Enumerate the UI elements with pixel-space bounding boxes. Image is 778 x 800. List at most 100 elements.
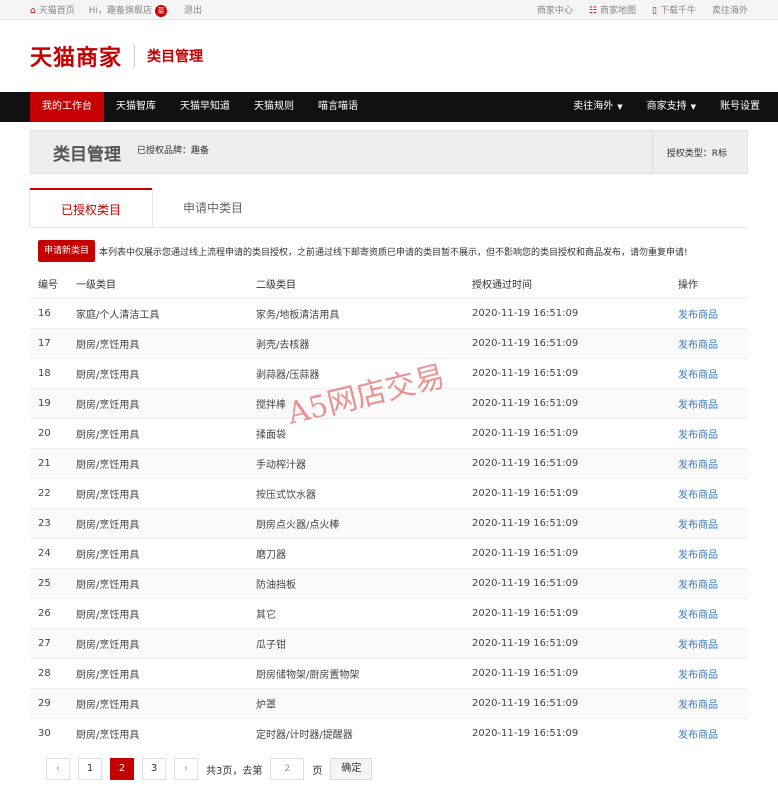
cell-level2: 其它 [248, 597, 464, 628]
nav-item-workbench[interactable]: 我的工作台 [30, 92, 104, 122]
download-label: 下载千牛 [659, 6, 696, 16]
col-level1-header: 一级类目 [76, 280, 116, 292]
page-2-button[interactable]: 2 [110, 758, 134, 780]
cell-level2: 按压式饮水器 [248, 477, 464, 508]
publish-product-link[interactable]: 发布商品 [678, 640, 718, 651]
cell-id: 22 [30, 477, 68, 508]
cell-action: 发布商品 [670, 717, 748, 748]
publish-product-link[interactable]: 发布商品 [678, 340, 718, 351]
confirm-goto-button[interactable]: 确定 [330, 758, 373, 780]
cell-level1: 厨房/烹饪用具 [68, 447, 248, 478]
cell-level2: 剥壳/去核器 [248, 327, 464, 358]
publish-product-link[interactable]: 发布商品 [678, 490, 718, 501]
phone-icon: ▯ [652, 6, 657, 16]
cell-level1: 厨房/烹饪用具 [68, 687, 248, 718]
tmall-merchant-logo[interactable]: 天猫商家 [30, 40, 122, 72]
sitemap-link[interactable]: ☷ 商家地图 [589, 3, 636, 16]
goto-page-input[interactable] [270, 758, 305, 780]
table-row: 16 家庭/个人清洁工具 家务/地板清洁用具 2020-11-19 16:51:09 发… [30, 297, 748, 328]
notice-text: 本列表中仅展示您通过线上流程申请的类目授权，之前通过线下邮寄资质已申请的类目暂不… [99, 247, 688, 258]
cell-time: 2020-11-19 16:51:09 [464, 447, 670, 478]
table-row: 21 厨房/烹饪用具 手动榨汁器 2020-11-19 16:51:09 发布商品 [30, 447, 748, 478]
cell-time: 2020-11-19 16:51:09 [464, 387, 670, 418]
page-1-button[interactable]: 1 [78, 758, 102, 780]
publish-product-link[interactable]: 发布商品 [678, 670, 718, 681]
nav-item-rules[interactable]: 天猫规则 [242, 92, 306, 122]
main-nav: 我的工作台 天猫智库 天猫早知道 天猫规则 喵言喵语 卖往海外 ▼ 商家支持 ▼ 账… [0, 92, 778, 122]
table-row: 17 厨房/烹饪用具 剥壳/去核器 2020-11-19 16:51:09 发布商品 [30, 327, 748, 358]
cell-id: 16 [30, 297, 68, 328]
cell-level2: 剥蒜器/压蒜器 [248, 357, 464, 388]
col-action-header: 操作 [678, 280, 698, 292]
publish-product-link[interactable]: 发布商品 [678, 430, 718, 441]
shop-badge: 菜 [155, 4, 168, 17]
table-row: 18 厨房/烹饪用具 剥蒜器/压蒜器 2020-11-19 16:51:09 发布商品 [30, 357, 748, 388]
table-row: 29 厨房/烹饪用具 炉罩 2020-11-19 16:51:09 发布商品 [30, 687, 748, 718]
top-bar-left: ⌂ 天猫首页 Hi，趣备旗舰店菜 退出 [30, 3, 202, 17]
cell-level1: 厨房/烹饪用具 [68, 717, 248, 748]
page-3-button[interactable]: 3 [142, 758, 166, 780]
next-page-button[interactable]: › [174, 758, 198, 780]
table-row: 22 厨房/烹饪用具 按压式饮水器 2020-11-19 16:51:09 发布商品 [30, 477, 748, 508]
nav-item-merchant-support[interactable]: 商家支持 ▼ [635, 92, 708, 122]
publish-product-link[interactable]: 发布商品 [678, 370, 718, 381]
cell-time: 2020-11-19 16:51:09 [464, 687, 670, 718]
publish-product-link[interactable]: 发布商品 [678, 520, 718, 531]
cell-id: 29 [30, 687, 68, 718]
cell-id: 28 [30, 657, 68, 688]
overseas-link[interactable]: 卖往海外 [712, 3, 748, 16]
cell-level1: 厨房/烹饪用具 [68, 387, 248, 418]
cell-level2: 手动榨汁器 [248, 447, 464, 478]
publish-product-link[interactable]: 发布商品 [678, 610, 718, 621]
sitemap-label: 商家地图 [600, 6, 637, 16]
cell-id: 19 [30, 387, 68, 418]
cell-time: 2020-11-19 16:51:09 [464, 327, 670, 358]
publish-product-link[interactable]: 发布商品 [678, 550, 718, 561]
publish-product-link[interactable]: 发布商品 [678, 310, 718, 321]
prev-page-button[interactable]: ‹ [46, 758, 70, 780]
cell-action: 发布商品 [670, 657, 748, 688]
cell-action: 发布商品 [670, 687, 748, 718]
nav-item-miao-talk[interactable]: 喵言喵语 [306, 92, 370, 122]
nav-item-account-settings[interactable]: 账号设置 [708, 92, 772, 122]
cell-id: 20 [30, 417, 68, 448]
cell-action: 发布商品 [670, 297, 748, 328]
publish-product-link[interactable]: 发布商品 [678, 400, 718, 411]
cell-level1: 厨房/烹饪用具 [68, 627, 248, 658]
cell-id: 30 [30, 717, 68, 748]
nav-item-early-know[interactable]: 天猫早知道 [168, 92, 242, 122]
cell-id: 26 [30, 597, 68, 628]
download-link[interactable]: ▯ 下载千牛 [652, 3, 696, 16]
cell-action: 发布商品 [670, 387, 748, 418]
top-bar: ⌂ 天猫首页 Hi，趣备旗舰店菜 退出 商家中心 ☷ 商家地图 ▯ 下载千牛 卖往海外 [0, 0, 778, 20]
auth-type: 授权类型：R标 [651, 131, 747, 173]
nav-item-sell-overseas[interactable]: 卖往海外 ▼ [561, 92, 634, 122]
tmall-home-link[interactable]: ⌂ 天猫首页 [30, 3, 75, 16]
tab-authorized[interactable]: 已授权类目 [30, 188, 152, 227]
category-tabs: 已授权类目 申请中类目 [30, 188, 748, 228]
cell-level1: 厨房/烹饪用具 [68, 537, 248, 568]
cell-level2: 家务/地板清洁用具 [248, 297, 464, 328]
apply-category-button[interactable]: 申请新类目 [38, 240, 96, 262]
table-body: 16 家庭/个人清洁工具 家务/地板清洁用具 2020-11-19 16:51:09 发… [30, 297, 748, 748]
publish-product-link[interactable]: 发布商品 [678, 730, 718, 741]
greeting-text: Hi，趣备旗舰店 [88, 5, 153, 16]
publish-product-link[interactable]: 发布商品 [678, 580, 718, 591]
cell-time: 2020-11-19 16:51:09 [464, 627, 670, 658]
notice-bar: 申请新类目 本列表中仅展示您通过线上流程申请的类目授权，之前通过线下邮寄资质已申… [38, 238, 748, 264]
merchant-center-link[interactable]: 商家中心 [537, 3, 573, 16]
logout-link[interactable]: 退出 [184, 3, 202, 16]
total-pages-text: 共3页，去第 [206, 765, 263, 777]
nav-sell-overseas-label: 卖往海外 [573, 101, 614, 112]
cell-time: 2020-11-19 16:51:09 [464, 597, 670, 628]
nav-item-think-tank[interactable]: 天猫智库 [104, 92, 168, 122]
greeting: Hi，趣备旗舰店菜 [89, 3, 170, 17]
cell-level1: 厨房/烹饪用具 [68, 657, 248, 688]
publish-product-link[interactable]: 发布商品 [678, 700, 718, 711]
cell-level1: 厨房/烹饪用具 [68, 357, 248, 388]
publish-product-link[interactable]: 发布商品 [678, 460, 718, 471]
table-row: 27 厨房/烹饪用具 瓜子钳 2020-11-19 16:51:09 发布商品 [30, 627, 748, 658]
tab-applying[interactable]: 申请中类目 [152, 188, 274, 227]
grid-icon: ☷ [588, 6, 597, 16]
cell-level2: 炉罩 [248, 687, 464, 718]
